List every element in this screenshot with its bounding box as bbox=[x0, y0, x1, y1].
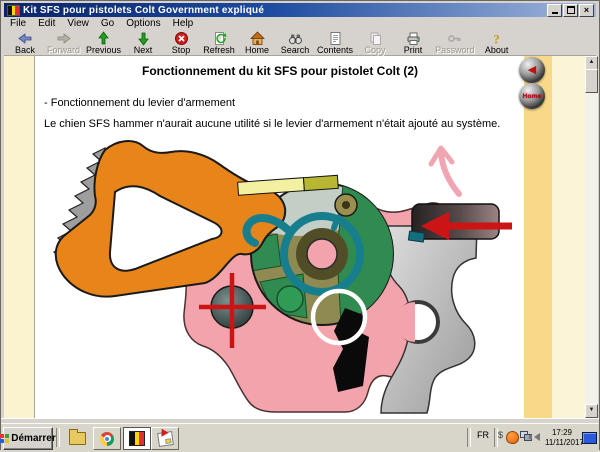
menu-help[interactable]: Help bbox=[167, 18, 200, 29]
app-icon bbox=[7, 4, 20, 16]
close-button[interactable]: × bbox=[579, 3, 594, 17]
search-button[interactable]: Search bbox=[276, 30, 314, 55]
quicklaunch-chrome-button[interactable] bbox=[93, 427, 121, 450]
desktop-screen: Kit SFS pour pistolets Colt Government e… bbox=[0, 0, 600, 452]
volume-tray-icon[interactable] bbox=[529, 433, 540, 441]
home-icon bbox=[249, 30, 265, 45]
vertical-scrollbar[interactable]: ▲ ▼ bbox=[585, 56, 598, 418]
window-title: Kit SFS pour pistolets Colt Government e… bbox=[23, 4, 265, 16]
password-button[interactable]: Password bbox=[432, 30, 478, 55]
about-button[interactable]: ? About bbox=[478, 30, 516, 55]
forward-button[interactable]: Forward bbox=[44, 30, 83, 55]
scrollbar-thumb[interactable] bbox=[585, 69, 598, 93]
print-button[interactable]: Print bbox=[394, 30, 432, 55]
red-back-arrow-icon: ◀ bbox=[527, 63, 537, 76]
minimize-button[interactable] bbox=[547, 3, 562, 17]
question-mark-icon: ? bbox=[489, 31, 504, 46]
chrome-icon bbox=[100, 431, 114, 446]
display-tray-icon[interactable] bbox=[582, 432, 597, 444]
tray-date: 11/11/2017 bbox=[545, 438, 584, 447]
teal-pin bbox=[407, 230, 426, 243]
stop-button[interactable]: Stop bbox=[162, 30, 200, 55]
quicklaunch-folder-button[interactable] bbox=[63, 427, 91, 450]
key-icon bbox=[447, 31, 462, 45]
content-area: Fonctionnement du kit SFS pour pistolet … bbox=[4, 56, 598, 418]
start-button[interactable]: Démarrer bbox=[0, 427, 56, 450]
cream-margin-strip bbox=[552, 56, 585, 418]
menu-bar: File Edit View Go Options Help bbox=[4, 17, 596, 30]
round-home-label: Home bbox=[522, 92, 542, 100]
tray-time: 17:29 bbox=[551, 428, 573, 437]
gold-margin-strip bbox=[524, 56, 552, 418]
binoculars-icon bbox=[288, 31, 303, 45]
start-label: Démarrer bbox=[11, 433, 56, 444]
taskbar: Démarrer FR $ 17:29 11/11/2017 bbox=[0, 423, 599, 452]
tray-divider-left bbox=[467, 428, 471, 447]
menu-view[interactable]: View bbox=[61, 18, 95, 29]
back-button[interactable]: Back bbox=[6, 30, 44, 55]
antivirus-tray-icon[interactable] bbox=[506, 431, 519, 444]
home-button[interactable]: Home bbox=[238, 30, 276, 55]
rotation-arrow bbox=[428, 145, 462, 197]
thumb-pad bbox=[411, 203, 500, 240]
body-line-2: Le chien SFS hammer n'aurait aucune util… bbox=[44, 118, 501, 130]
round-home-button[interactable]: Home bbox=[519, 83, 545, 109]
copy-button[interactable]: Copy bbox=[356, 30, 394, 55]
lower-pin bbox=[276, 285, 304, 313]
toolbar: Back Forward Previous Next Stop Refresh … bbox=[4, 30, 596, 56]
back-icon bbox=[17, 31, 33, 45]
scroll-down-button[interactable]: ▼ bbox=[585, 404, 598, 418]
quicklaunch-setup-button[interactable] bbox=[151, 427, 179, 450]
setup-page-icon bbox=[156, 430, 174, 447]
minimize-icon bbox=[551, 11, 558, 14]
menu-file[interactable]: File bbox=[4, 18, 32, 29]
copy-icon bbox=[368, 31, 383, 45]
menu-edit[interactable]: Edit bbox=[32, 18, 61, 29]
previous-button[interactable]: Previous bbox=[83, 30, 124, 55]
menu-go[interactable]: Go bbox=[95, 18, 120, 29]
folder-icon bbox=[68, 429, 86, 445]
scroll-up-button[interactable]: ▲ bbox=[585, 56, 598, 70]
stop-icon bbox=[174, 31, 189, 45]
taskbar-divider bbox=[56, 428, 60, 447]
menu-options[interactable]: Options bbox=[120, 18, 166, 29]
svg-text:?: ? bbox=[493, 31, 500, 46]
restore-button[interactable] bbox=[563, 3, 578, 17]
belgian-flag-app-icon bbox=[129, 431, 145, 446]
top-pin-center bbox=[342, 201, 350, 209]
windows-logo-icon bbox=[0, 433, 10, 444]
refresh-button[interactable]: Refresh bbox=[200, 30, 238, 55]
pistol-mechanism-diagram bbox=[53, 140, 512, 414]
axle-hole bbox=[306, 238, 338, 270]
forward-icon bbox=[56, 31, 71, 45]
document-page: Fonctionnement du kit SFS pour pistolet … bbox=[34, 56, 525, 418]
arrow-down-icon bbox=[136, 31, 151, 46]
round-back-button[interactable]: ◀ bbox=[519, 57, 545, 83]
next-button[interactable]: Next bbox=[124, 30, 162, 55]
tray-clock[interactable]: 17:29 11/11/2017 bbox=[545, 428, 584, 448]
body-line-1: - Fonctionnement du levier d'armement bbox=[44, 97, 236, 109]
tray-currency-icon[interactable]: $ bbox=[498, 430, 503, 440]
contents-icon bbox=[328, 31, 343, 45]
titlebar: Kit SFS pour pistolets Colt Government e… bbox=[4, 3, 596, 17]
arrow-up-icon bbox=[96, 30, 111, 45]
printer-icon bbox=[406, 31, 421, 45]
page-title: Fonctionnement du kit SFS pour pistolet … bbox=[142, 64, 418, 78]
language-indicator[interactable]: FR bbox=[473, 430, 493, 440]
quicklaunch-help-app-button[interactable] bbox=[123, 427, 151, 450]
contents-button[interactable]: Contents bbox=[314, 30, 356, 55]
refresh-icon bbox=[212, 31, 227, 45]
restore-icon bbox=[566, 6, 575, 14]
